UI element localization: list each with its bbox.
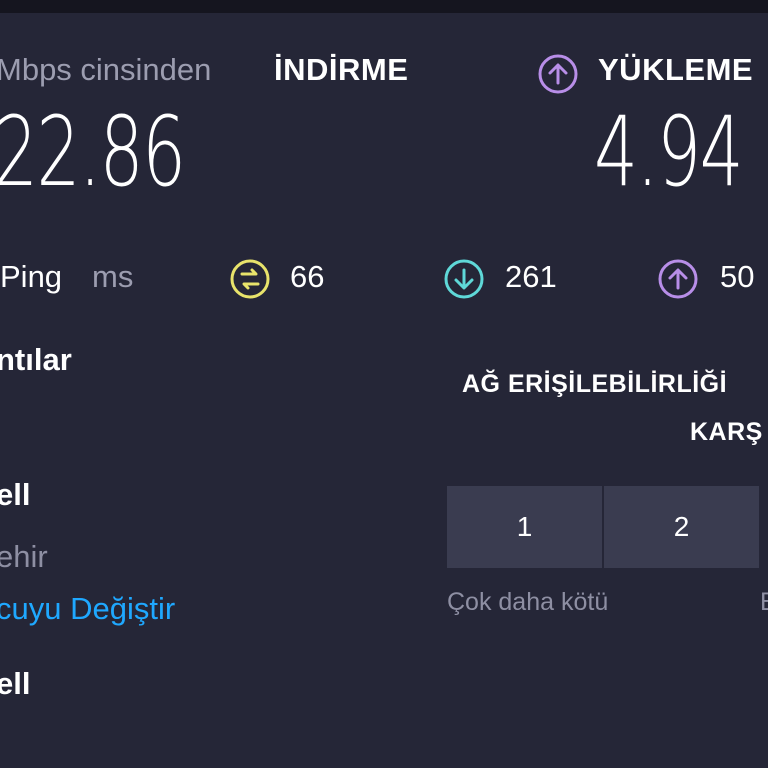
provider-name: ell bbox=[0, 477, 31, 512]
ping-jitter-icon bbox=[228, 257, 272, 306]
rating-option-2[interactable]: 2 bbox=[604, 486, 759, 568]
upload-speed-value: 4.94 bbox=[594, 96, 744, 208]
survey-title: AĞ ERİŞİLEBİLİRLİĞİ bbox=[462, 370, 728, 398]
rating-scale: 1 2 bbox=[447, 486, 761, 568]
ping-download-value: 261 bbox=[505, 259, 557, 294]
arrow-down-circle-icon bbox=[442, 257, 486, 306]
survey-subtitle: KARŞ bbox=[690, 418, 763, 446]
ping-label: Ping bbox=[0, 259, 63, 294]
arrow-up-circle-icon bbox=[656, 257, 700, 306]
provider-location: ehir bbox=[0, 539, 48, 574]
ping-unit: ms bbox=[92, 259, 134, 294]
server-name: ell bbox=[0, 666, 31, 701]
top-bar bbox=[0, 0, 768, 13]
download-label: İNDİRME bbox=[274, 52, 409, 87]
rating-high-label: B bbox=[760, 588, 768, 617]
upload-label: YÜKLEME bbox=[598, 52, 754, 87]
upload-icon bbox=[536, 52, 580, 101]
rating-option-1[interactable]: 1 bbox=[447, 486, 602, 568]
download-speed-value: 22.86 bbox=[0, 96, 186, 208]
ping-idle-value: 66 bbox=[290, 259, 325, 294]
rating-low-label: Çok daha kötü bbox=[447, 588, 609, 616]
unit-label: Mbps cinsinden bbox=[0, 52, 212, 87]
connections-heading: ntılar bbox=[0, 342, 72, 377]
ping-upload-value: 50 bbox=[720, 259, 755, 294]
change-server-link[interactable]: cuyu Değiştir bbox=[0, 591, 175, 627]
